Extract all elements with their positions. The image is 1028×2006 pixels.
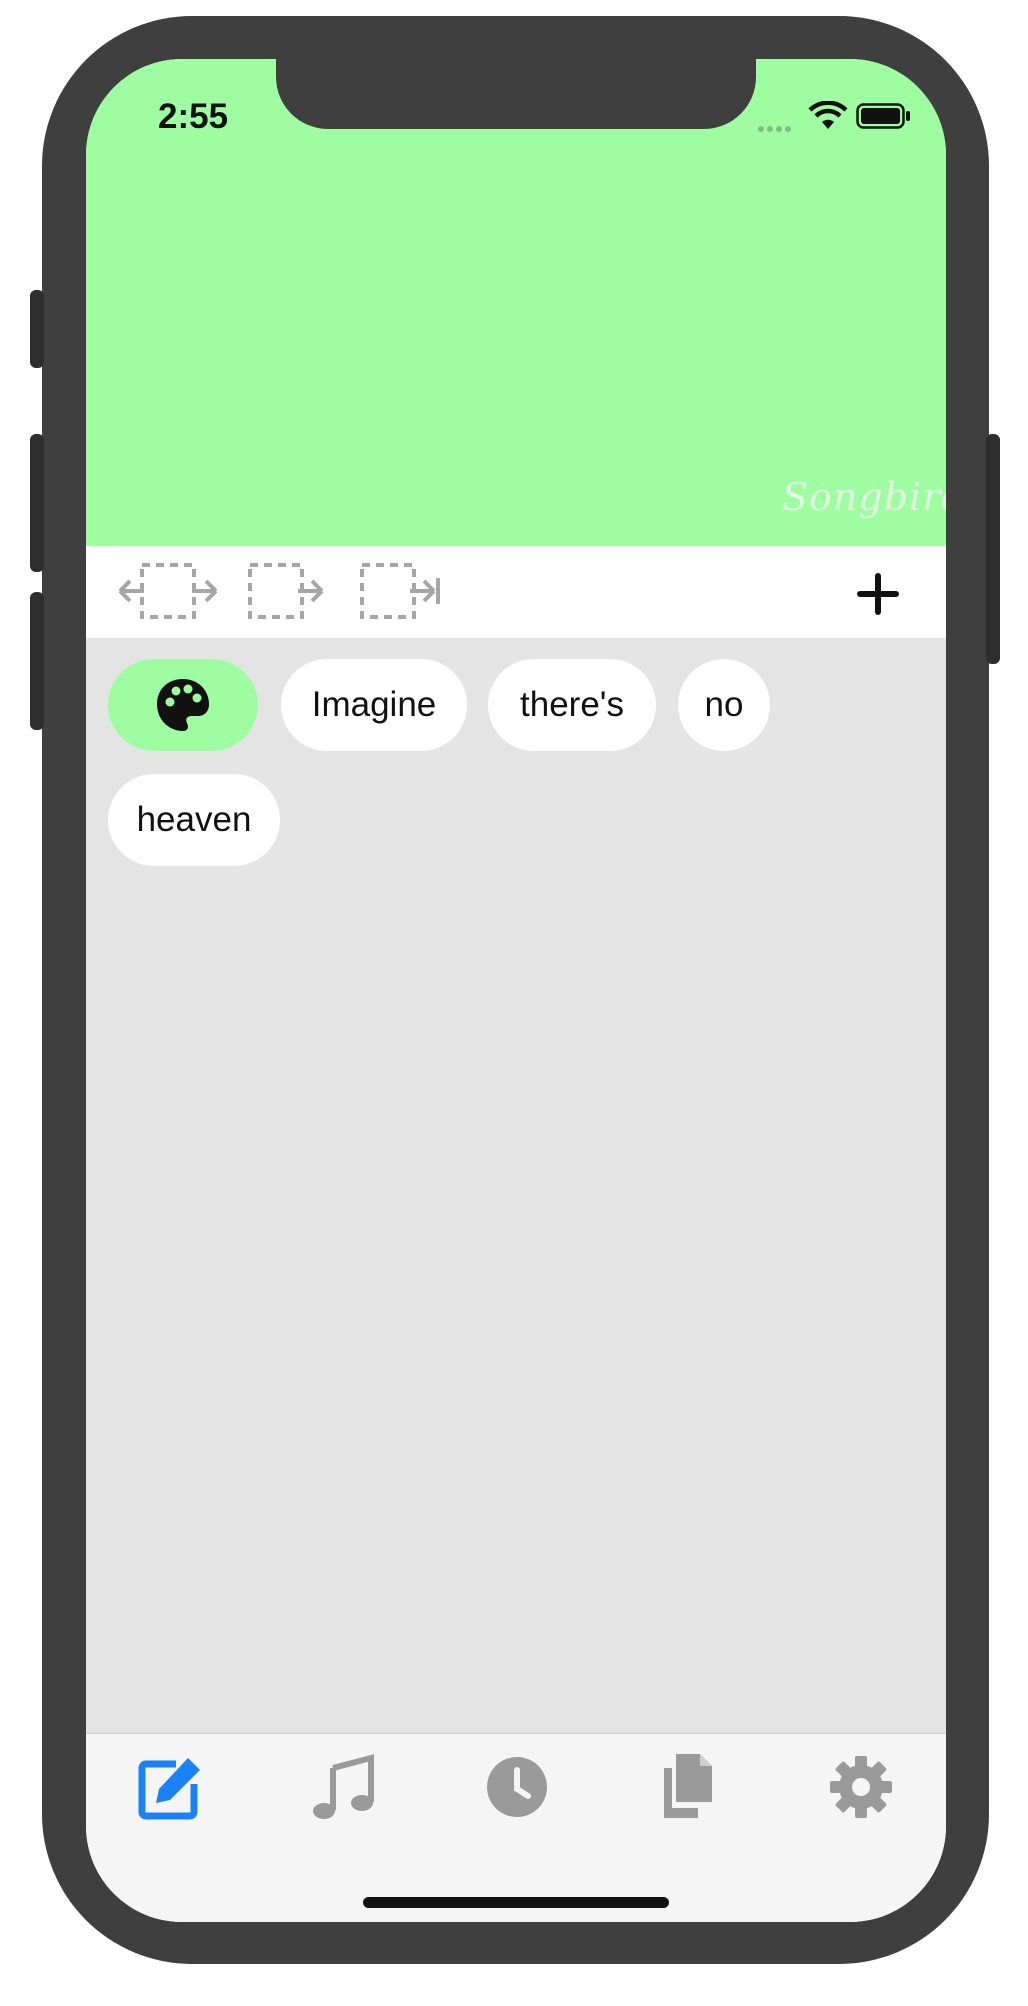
drawing-canvas[interactable]: 2:55 Songbird (86, 59, 946, 546)
notch (276, 59, 756, 129)
plus-icon[interactable] (856, 572, 900, 616)
status-time: 2:55 (158, 97, 229, 136)
wifi-icon (808, 101, 848, 129)
palette-button[interactable] (108, 659, 258, 751)
side-button-mute (30, 290, 44, 368)
home-indicator[interactable] (363, 1897, 669, 1908)
battery-icon (856, 103, 910, 129)
move-to-end-icon[interactable] (358, 560, 444, 622)
settings-icon[interactable] (826, 1752, 896, 1822)
editor-toolbar (86, 546, 946, 638)
tab-bar (86, 1733, 946, 1922)
history-icon[interactable] (482, 1752, 552, 1822)
word-chip-no[interactable]: no (678, 659, 770, 751)
word-chip-heaven[interactable]: heaven (108, 774, 280, 866)
side-button-volume-down (30, 592, 44, 730)
signal-icon (758, 119, 794, 137)
move-both-icon[interactable] (116, 560, 220, 622)
move-right-icon[interactable] (246, 560, 326, 622)
side-button-volume-up (30, 434, 44, 572)
word-chip-theres[interactable]: there's (488, 659, 656, 751)
music-icon[interactable] (309, 1752, 379, 1822)
documents-icon[interactable] (654, 1752, 724, 1822)
palette-icon (157, 679, 209, 731)
songbird-logo: Songbird (782, 475, 946, 519)
side-button-power (986, 434, 1000, 664)
word-chip-imagine[interactable]: Imagine (281, 659, 467, 751)
edit-icon[interactable] (136, 1752, 206, 1822)
phone-screen: 2:55 Songbird (86, 59, 946, 1922)
